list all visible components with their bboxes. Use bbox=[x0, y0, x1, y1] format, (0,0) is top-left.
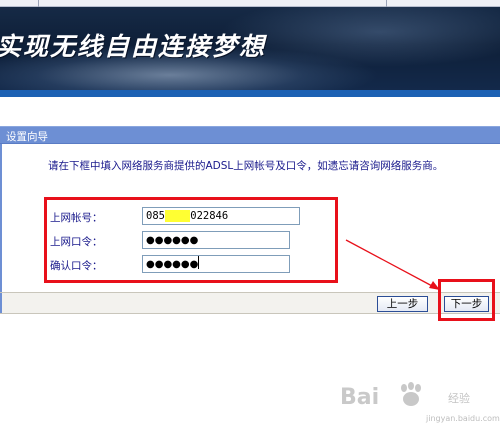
banner-slogan: 实现无线自由连接梦想 bbox=[0, 32, 267, 61]
annotation-highlight-next bbox=[438, 279, 495, 321]
annotation-highlight-form bbox=[44, 197, 338, 283]
watermark-subtitle: 经验 bbox=[448, 392, 470, 405]
router-banner: 实现无线自由连接梦想 bbox=[0, 7, 500, 90]
panel-edge bbox=[0, 293, 2, 313]
watermark-brand: Bai bbox=[340, 385, 380, 410]
browser-chrome-strip bbox=[0, 0, 500, 7]
page: 实现无线自由连接梦想 设置向导 请在下框中填入网络服务商提供的ADSL上网帐号及… bbox=[0, 0, 500, 435]
baidu-watermark: Bai 经验 jingyan.baidu.com bbox=[330, 378, 500, 430]
divider bbox=[38, 0, 39, 7]
wizard-instructions: 请在下框中填入网络服务商提供的ADSL上网帐号及口令，如遗忘请咨询网络服务商。 bbox=[48, 160, 444, 172]
panel-edge bbox=[0, 144, 2, 292]
wizard-title: 设置向导 bbox=[6, 131, 48, 143]
wizard-header: 设置向导 bbox=[0, 126, 500, 144]
divider bbox=[386, 0, 387, 7]
watermark-url: jingyan.baidu.com bbox=[426, 414, 500, 423]
banner-divider bbox=[0, 90, 500, 97]
prev-step-button[interactable]: 上一步 bbox=[377, 296, 428, 312]
paw-icon bbox=[401, 382, 421, 406]
wizard-footer: 上一步 下一步 bbox=[0, 292, 500, 314]
